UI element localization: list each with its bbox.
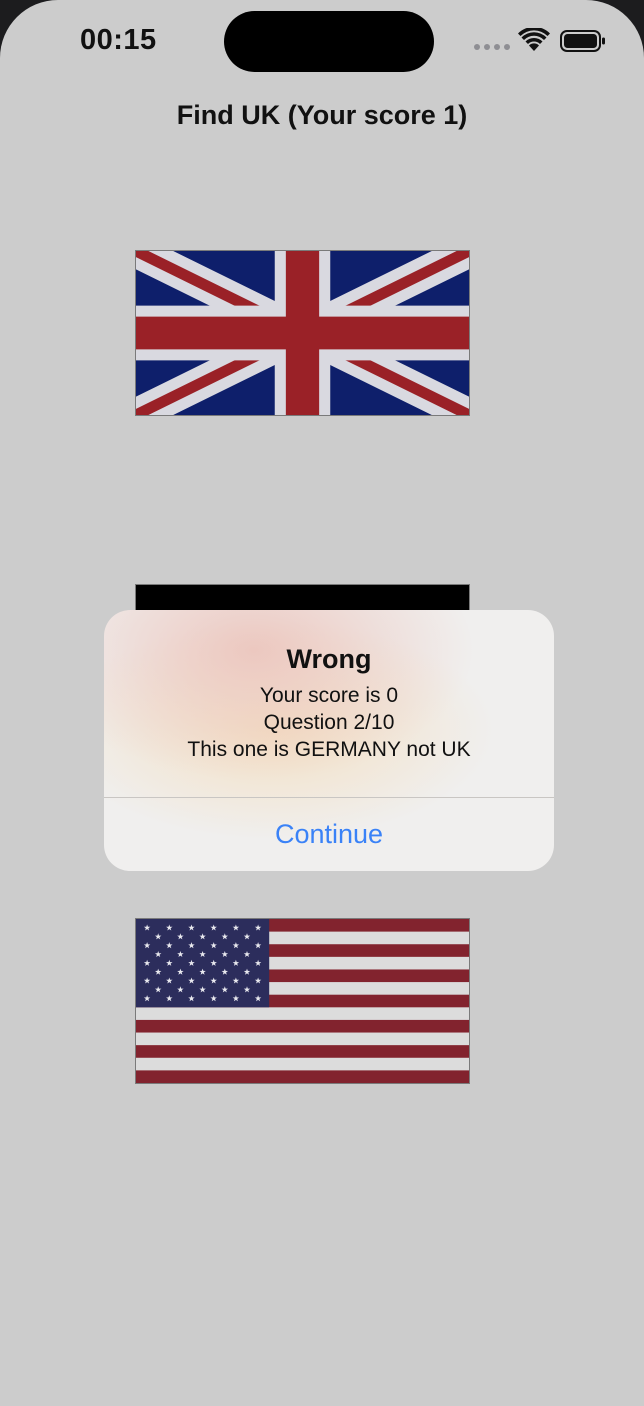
alert-title: Wrong bbox=[286, 644, 372, 674]
status-time: 00:15 bbox=[80, 24, 157, 56]
question-title: Find UK (Your score 1) bbox=[176, 100, 468, 130]
cellular-signal-icon bbox=[474, 44, 510, 50]
app-screen: 00:15 Find UK (Your score 1) Wrong Your … bbox=[0, 0, 644, 1406]
result-alert: Wrong Your score is 0 Question 2/10 This… bbox=[104, 610, 554, 871]
us-flag-icon bbox=[136, 919, 469, 1083]
uk-flag-icon bbox=[136, 251, 469, 415]
wifi-icon bbox=[518, 28, 550, 51]
alert-explanation-line: This one is GERMANY not UK bbox=[187, 738, 471, 761]
battery-icon bbox=[560, 30, 605, 52]
alert-score-line: Your score is 0 bbox=[259, 684, 399, 707]
alert-question-line: Question 2/10 bbox=[263, 711, 395, 734]
flag-button-usa[interactable] bbox=[135, 918, 470, 1084]
flag-button-uk[interactable] bbox=[135, 250, 470, 416]
status-icons bbox=[474, 26, 614, 56]
dynamic-island bbox=[224, 11, 434, 72]
continue-button[interactable]: Continue bbox=[104, 798, 554, 871]
